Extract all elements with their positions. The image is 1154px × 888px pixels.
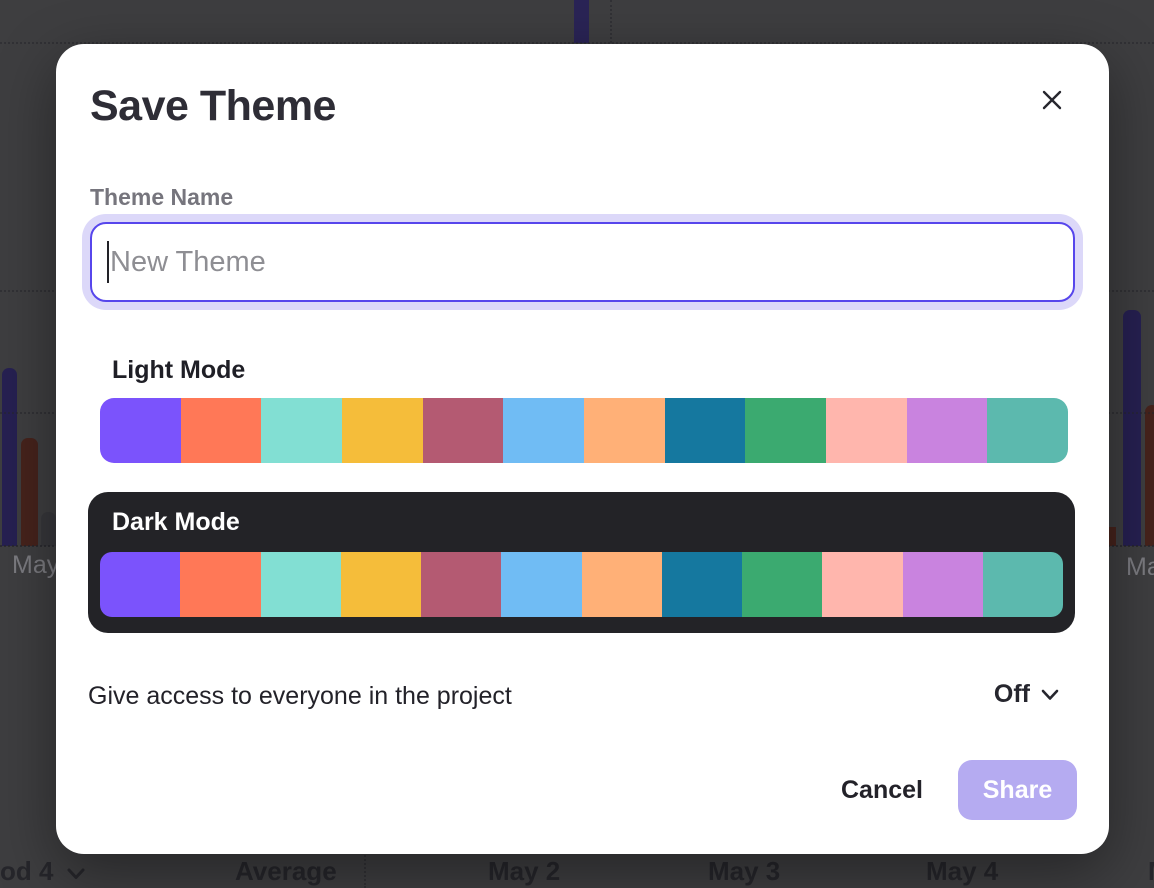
x-axis-label-clipped: M bbox=[1148, 856, 1154, 887]
chart-bar bbox=[2, 368, 17, 546]
chart-bar bbox=[574, 0, 589, 43]
color-swatch bbox=[987, 398, 1068, 463]
light-mode-label: Light Mode bbox=[112, 356, 245, 385]
color-swatch bbox=[903, 552, 983, 617]
theme-name-label: Theme Name bbox=[90, 184, 233, 211]
color-swatch bbox=[503, 398, 584, 463]
color-swatch bbox=[180, 552, 260, 617]
chart-bar bbox=[1145, 405, 1154, 546]
x-axis-label-right: Ma bbox=[1126, 553, 1154, 582]
access-dropdown-value: Off bbox=[994, 680, 1030, 709]
color-swatch bbox=[907, 398, 988, 463]
color-swatch bbox=[745, 398, 826, 463]
theme-name-field-wrap bbox=[90, 222, 1075, 302]
cancel-button[interactable]: Cancel bbox=[832, 760, 932, 820]
color-swatch bbox=[983, 552, 1063, 617]
chart-bar bbox=[21, 438, 38, 546]
dark-mode-label: Dark Mode bbox=[112, 508, 240, 537]
light-mode-palette bbox=[100, 398, 1068, 463]
text-caret bbox=[107, 241, 109, 283]
color-swatch bbox=[100, 552, 180, 617]
color-swatch bbox=[742, 552, 822, 617]
access-label: Give access to everyone in the project bbox=[88, 682, 512, 711]
theme-name-input[interactable] bbox=[92, 224, 1073, 300]
chevron-down-icon bbox=[67, 856, 85, 887]
color-swatch bbox=[582, 552, 662, 617]
color-swatch bbox=[584, 398, 665, 463]
color-swatch bbox=[423, 398, 504, 463]
chart-bar bbox=[1123, 310, 1141, 546]
x-axis-label-left: May bbox=[12, 551, 59, 580]
gridline bbox=[610, 0, 612, 43]
x-axis-label-may2: May 2 bbox=[488, 856, 560, 887]
color-swatch bbox=[261, 552, 341, 617]
color-swatch bbox=[665, 398, 746, 463]
close-button[interactable] bbox=[1030, 79, 1074, 123]
color-swatch bbox=[421, 552, 501, 617]
period-dropdown[interactable]: od 4 bbox=[0, 856, 85, 887]
close-icon bbox=[1040, 88, 1064, 115]
dialog-title: Save Theme bbox=[90, 82, 336, 131]
gridline bbox=[364, 848, 366, 888]
dark-mode-panel: Dark Mode bbox=[88, 492, 1075, 633]
color-swatch bbox=[501, 552, 581, 617]
color-swatch bbox=[341, 552, 421, 617]
save-theme-dialog: Save Theme Theme Name Light Mode Dark Mo… bbox=[56, 44, 1109, 854]
dark-mode-palette bbox=[100, 552, 1063, 617]
access-dropdown[interactable]: Off bbox=[994, 680, 1059, 709]
color-swatch bbox=[261, 398, 342, 463]
x-axis-label-may3: May 3 bbox=[708, 856, 780, 887]
color-swatch bbox=[822, 552, 902, 617]
color-swatch bbox=[181, 398, 262, 463]
chevron-down-icon bbox=[1041, 685, 1059, 704]
chart-bar bbox=[41, 512, 56, 546]
period-dropdown-label: od 4 bbox=[0, 856, 53, 887]
color-swatch bbox=[100, 398, 181, 463]
color-swatch bbox=[662, 552, 742, 617]
x-axis-label-may4: May 4 bbox=[926, 856, 998, 887]
color-swatch bbox=[826, 398, 907, 463]
share-button[interactable]: Share bbox=[958, 760, 1077, 820]
x-axis-label-average: Average bbox=[235, 856, 337, 887]
color-swatch bbox=[342, 398, 423, 463]
